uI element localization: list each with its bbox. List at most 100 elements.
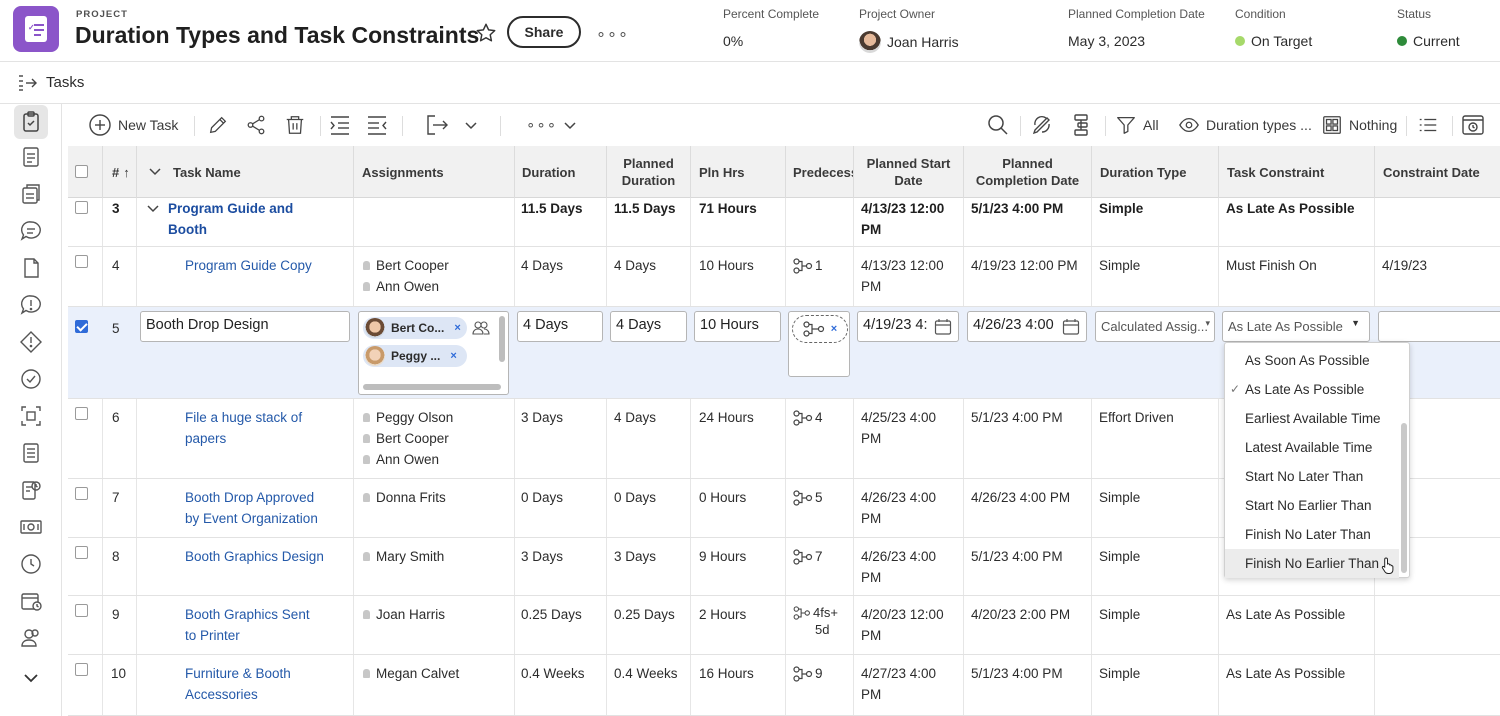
column-header-duration-type[interactable]: Duration Type [1092, 146, 1219, 198]
column-header-num[interactable]: # ↑ [103, 146, 137, 198]
calendar-icon[interactable] [934, 318, 952, 336]
table-row[interactable]: 10 Furniture & Booth Accessories Megan Ca… [68, 655, 1500, 716]
more-actions-icon[interactable]: ∘∘∘ [526, 104, 557, 146]
timesheet-nav-icon[interactable] [19, 478, 43, 502]
row-checkbox[interactable] [75, 546, 88, 559]
outdent-icon[interactable] [365, 104, 389, 146]
new-task-button[interactable]: New Task [88, 104, 178, 146]
calendar-nav-icon[interactable] [19, 589, 43, 613]
chevron-down-icon[interactable] [19, 666, 43, 690]
column-header-planned-duration[interactable]: Planned Duration [607, 146, 691, 198]
bulk-edit-icon[interactable] [1030, 104, 1054, 146]
assignee-chip[interactable]: Bert Co... × [363, 317, 467, 339]
reports-nav-icon[interactable] [19, 441, 43, 465]
task-constraint-dropdown-menu[interactable]: As Soon As Possible ✓ As Late As Possible… [1224, 342, 1410, 578]
scrollbar[interactable] [1401, 423, 1407, 573]
timeline-view-icon[interactable] [1461, 104, 1485, 146]
menu-item-finish-no-earlier-than[interactable]: Finish No Earlier Than [1225, 549, 1399, 578]
menu-item-as-late-as-possible[interactable]: ✓ As Late As Possible [1225, 375, 1399, 404]
duration-input[interactable]: 4 Days [517, 311, 603, 342]
board-nav-icon[interactable] [19, 404, 43, 428]
planned-duration-input[interactable]: 4 Days [610, 311, 687, 342]
column-header-task-constraint[interactable]: Task Constraint [1219, 146, 1375, 198]
task-name-input[interactable]: Booth Drop Design [140, 311, 350, 342]
move-dropdown-chevron-icon[interactable] [464, 104, 478, 146]
table-row[interactable]: 3 Program Guide and Booth 11.5 Days 11.5 … [68, 198, 1500, 247]
row-checkbox[interactable] [75, 201, 88, 214]
column-header-constraint-date[interactable]: Constraint Date [1375, 146, 1500, 198]
scrollbar[interactable] [363, 384, 501, 390]
meta-status[interactable]: Status Current [1397, 7, 1460, 49]
assignee-chip[interactable]: Peggy ... × [363, 345, 467, 367]
tasks-nav-icon[interactable] [14, 105, 48, 139]
search-icon[interactable] [986, 104, 1010, 146]
planned-start-input[interactable]: 4/19/23 4: [857, 311, 959, 342]
table-row[interactable]: 4 Program Guide Copy Bert Cooper Ann Owe… [68, 247, 1500, 307]
menu-item-start-no-earlier-than[interactable]: Start No Earlier Than [1225, 491, 1399, 520]
row-checkbox[interactable] [75, 663, 88, 676]
task-constraint-select[interactable]: As Late As Possible ▼ [1222, 311, 1370, 342]
favorite-star-icon[interactable] [475, 22, 497, 44]
remove-chip-icon[interactable]: × [454, 322, 460, 334]
column-header-assignments[interactable]: Assignments [354, 146, 515, 198]
row-checkbox[interactable] [75, 487, 88, 500]
task-name-link[interactable]: Program Guide Copy [185, 255, 353, 276]
scrollbar[interactable] [499, 316, 505, 362]
history-nav-icon[interactable] [19, 552, 43, 576]
row-checkbox[interactable] [75, 255, 88, 268]
duration-type-select[interactable]: Calculated Assig... ▾ [1095, 311, 1215, 342]
trash-icon[interactable] [284, 104, 306, 146]
share-button[interactable]: Share [507, 16, 581, 48]
calendar-icon[interactable] [1062, 318, 1080, 336]
team-assign-icon[interactable] [472, 321, 490, 335]
remove-chip-icon[interactable]: × [450, 350, 456, 362]
grouping-button[interactable]: Nothing [1321, 104, 1397, 146]
assignments-editor[interactable]: Bert Co... × Peggy ... × [358, 311, 509, 395]
task-name-link[interactable]: Booth Drop Approved [185, 487, 353, 508]
column-header-planned-start[interactable]: Planned Start Date [854, 146, 964, 198]
approvals-nav-icon[interactable] [19, 367, 43, 391]
task-name-link[interactable]: Booth Graphics Sent [185, 604, 353, 625]
select-all-checkbox[interactable] [75, 165, 88, 178]
column-header-duration[interactable]: Duration [515, 146, 607, 198]
predecessor-editor[interactable]: × [788, 311, 850, 377]
meta-condition[interactable]: Condition On Target [1235, 7, 1312, 49]
column-header-predecessors[interactable]: Predecess [786, 146, 854, 198]
meta-project-owner[interactable]: Project Owner Joan Harris [859, 7, 959, 53]
menu-item-earliest-available-time[interactable]: Earliest Available Time [1225, 404, 1399, 433]
column-header-task-name[interactable]: Task Name [137, 146, 354, 198]
issues-nav-icon[interactable] [19, 293, 43, 317]
more-actions-chevron-icon[interactable] [563, 104, 577, 146]
menu-item-finish-no-later-than[interactable]: Finish No Later Than [1225, 520, 1399, 549]
task-name-link[interactable]: Furniture & Booth [185, 663, 353, 684]
menu-item-as-soon-as-possible[interactable]: As Soon As Possible [1225, 346, 1399, 375]
move-to-icon[interactable] [425, 104, 451, 146]
details-nav-icon[interactable] [19, 145, 43, 169]
remove-chip-icon[interactable]: × [831, 323, 837, 335]
pln-hrs-input[interactable]: 10 Hours [694, 311, 781, 342]
document-nav-icon[interactable] [19, 256, 43, 280]
column-header-pln-hrs[interactable]: Pln Hrs [691, 146, 786, 198]
documents-nav-icon[interactable] [19, 182, 43, 206]
predecessor-chip[interactable]: × [792, 315, 848, 343]
finance-nav-icon[interactable] [19, 515, 43, 539]
menu-item-start-no-later-than[interactable]: Start No Later Than [1225, 462, 1399, 491]
menu-item-latest-available-time[interactable]: Latest Available Time [1225, 433, 1399, 462]
task-name-link[interactable]: Booth Graphics Design [185, 546, 353, 567]
row-checkbox[interactable] [75, 407, 88, 420]
more-options-icon[interactable]: ∘∘∘ [596, 24, 629, 44]
task-name-link[interactable]: File a huge stack of [185, 407, 353, 428]
expand-chevron-icon[interactable] [147, 203, 159, 215]
filter-button[interactable]: All [1115, 104, 1159, 146]
list-settings-icon[interactable] [1417, 104, 1439, 146]
row-checkbox[interactable] [75, 604, 88, 617]
constraint-date-input[interactable] [1378, 311, 1500, 342]
table-row[interactable]: 9 Booth Graphics Sent to Printer Joan Har… [68, 596, 1500, 655]
share-nodes-icon[interactable] [245, 104, 267, 146]
collapse-panel-icon[interactable] [18, 74, 38, 92]
people-nav-icon[interactable] [19, 626, 43, 650]
row-checkbox-checked[interactable] [75, 320, 88, 333]
planned-completion-input[interactable]: 4/26/23 4:00 [967, 311, 1087, 342]
updates-nav-icon[interactable] [19, 219, 43, 243]
task-name-link[interactable]: Program Guide and [168, 198, 293, 219]
